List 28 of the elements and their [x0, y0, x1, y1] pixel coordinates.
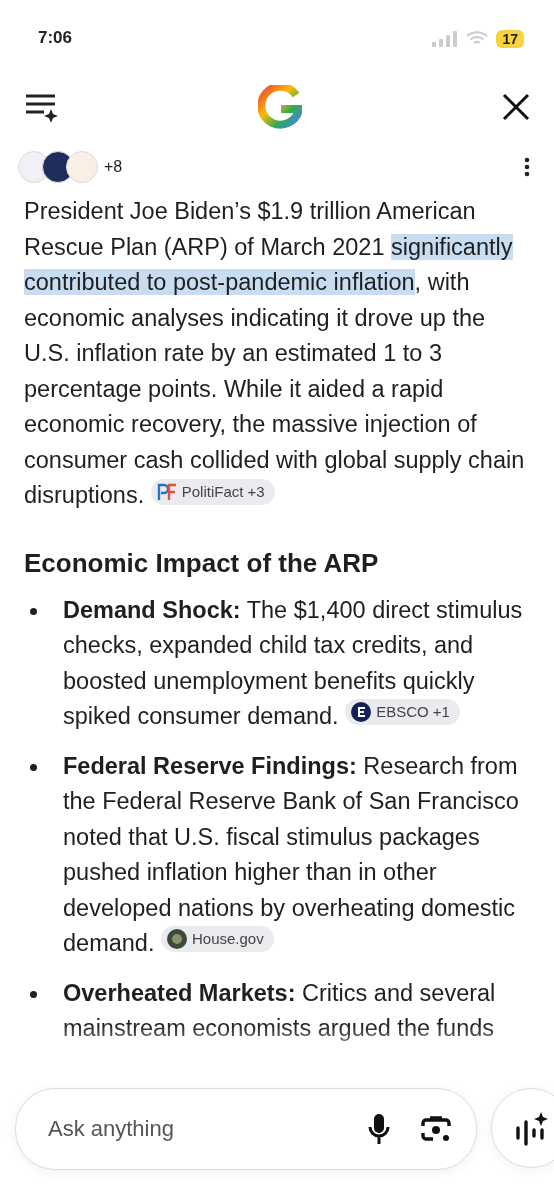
source-chip[interactable]: PolitiFact +3 [150, 479, 275, 505]
voice-mode-button[interactable] [491, 1088, 554, 1168]
source-chip[interactable]: EBSCO +1 [345, 699, 460, 725]
bullet-dot [30, 607, 37, 615]
bullet-dot [30, 990, 37, 998]
ebsco-logo-icon [351, 702, 372, 722]
bullet-text: Demand Shock: The $1,400 direct stimulus checks, expanded child tax credits, and boosted unemployment benefits quickly spiked consumer demand. EBSCO +1 [63, 595, 524, 731]
google-logo-icon [258, 85, 302, 129]
battery-indicator: 17 [496, 30, 524, 48]
bullet-text: Overheated Markets: Critics and several mainstream economists argued the funds [63, 978, 497, 1043]
menu-icon[interactable] [24, 92, 58, 122]
wifi-icon [466, 31, 489, 47]
source-chip[interactable]: House.gov [161, 926, 274, 952]
more-sources-count[interactable]: +8 [104, 158, 123, 176]
bullet-dot [30, 763, 37, 771]
camera-lens-icon[interactable] [420, 1114, 452, 1144]
microphone-icon[interactable] [368, 1113, 390, 1145]
more-options-icon[interactable] [524, 157, 530, 177]
close-icon[interactable] [502, 93, 530, 121]
status-time: 7:06 [38, 28, 73, 49]
voice-wave-icon [514, 1110, 548, 1146]
seal-icon [167, 929, 187, 949]
politifact-logo-icon [156, 483, 177, 501]
section-heading: Economic Impact of the ARP [24, 547, 380, 579]
signal-icon [432, 31, 459, 47]
summary-paragraph: President Joe Biden’s $1.9 trillion American Rescue Plan (ARP) of March 2021 significantly contributed to post-pandemic inflation, with economic analyses indicating it drove up the U.S. inflation rate by an estimated 1 to 3 percentage points. While it aided a rapid economic recovery, the massive injection of consumer cash collided with global supply chain disruptions. PolitiFact +3 [24, 197, 526, 510]
bullet-text: Federal Reserve Findings: Research from the Federal Reserve Bank of San Francisco noted that U.S. fiscal stimulus packages pushed inflation higher than in other developed nations by overheating domestic demand. House.gov [63, 751, 520, 958]
source-avatar[interactable] [66, 151, 98, 183]
